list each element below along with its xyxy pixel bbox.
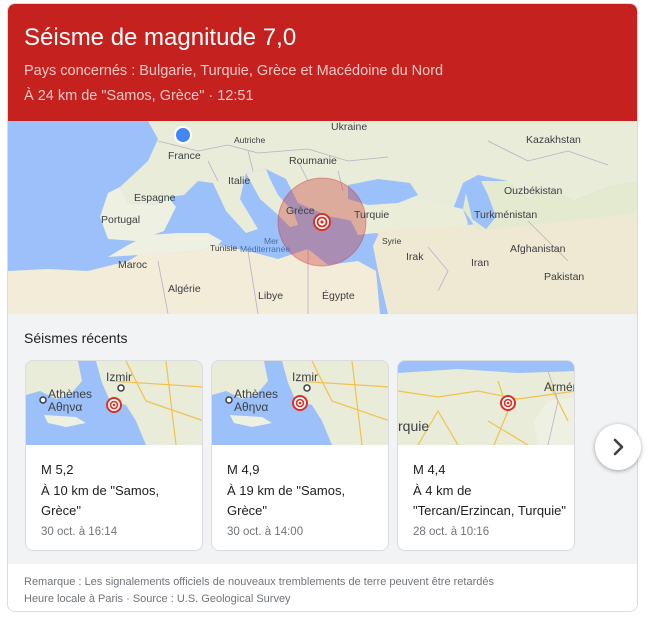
quake-magnitude: M 4,4 xyxy=(413,462,446,477)
footer: Remarque : Les signalements officiels de… xyxy=(8,564,637,611)
map-label-turquie: Turquie xyxy=(354,209,389,221)
map-label-afghanistan: Afghanistan xyxy=(510,243,566,255)
mini-label-armenie: Arméni xyxy=(544,380,575,394)
mini-label-athina: Αθηνα xyxy=(48,400,82,414)
recent-quake-card[interactable]: Athènes Αθηνα Izmir M 5,2 À 10 km de "Sa… xyxy=(25,360,203,551)
mini-label-athina: Αθηνα xyxy=(234,400,268,414)
epicenter-marker-icon xyxy=(106,397,122,413)
earthquake-header: Séisme de magnitude 7,0 Pays concernés :… xyxy=(8,4,637,121)
map-label-maroc: Maroc xyxy=(118,259,147,271)
mini-label-izmir: Izmir xyxy=(292,370,318,384)
map-label-syrie: Syrie xyxy=(382,236,402,246)
map-label-france: France xyxy=(168,150,201,162)
earthquake-title: Séisme de magnitude 7,0 xyxy=(24,24,297,51)
map-label-pakistan: Pakistan xyxy=(544,271,584,283)
location-time: À 24 km de "Samos, Grèce" · 12:51 xyxy=(24,88,254,104)
map-label-espagne: Espagne xyxy=(134,192,176,204)
mini-label-turquie: rquie xyxy=(398,418,429,434)
quake-location: À 4 km de "Tercan/Erzincan, Turquie" xyxy=(413,483,567,518)
map-label-kazakhstan: Kazakhstan xyxy=(526,134,581,146)
map-label-irak: Irak xyxy=(406,251,424,263)
earthquake-card: Séisme de magnitude 7,0 Pays concernés :… xyxy=(7,3,638,612)
earthquake-map[interactable]: Ukraine Kazakhstan Autriche France Rouma… xyxy=(8,121,637,314)
map-label-libye: Libye xyxy=(258,290,283,302)
map-label-italie: Italie xyxy=(228,175,250,187)
recent-earthquakes-title: Séismes récents xyxy=(24,330,128,346)
footer-source: Heure locale à Paris · Source : U.S. Geo… xyxy=(24,593,291,605)
quake-location: À 10 km de "Samos, Grèce" xyxy=(41,483,160,518)
map-label-tunisie: Tunisie xyxy=(210,243,237,253)
recent-quake-map: Athènes Αθηνα Izmir xyxy=(26,361,202,445)
recent-quake-card[interactable]: Athènes Αθηνα Izmir M 4,9 À 19 km de "Sa… xyxy=(211,360,389,551)
quake-time: 28 oct. à 10:16 xyxy=(413,526,490,538)
next-button[interactable] xyxy=(595,424,641,470)
recent-quake-map: Athènes Αθηνα Izmir xyxy=(212,361,388,445)
mini-label-athenes: Athènes xyxy=(48,387,92,401)
epicenter-marker-icon[interactable] xyxy=(313,213,331,231)
epicenter-marker-icon xyxy=(500,395,516,411)
mini-label-athenes: Athènes xyxy=(234,387,278,401)
map-label-egypte: Égypte xyxy=(322,289,355,302)
quake-magnitude: M 4,9 xyxy=(227,462,260,477)
map-label-roumanie: Roumanie xyxy=(289,155,337,167)
chevron-right-icon xyxy=(613,438,624,456)
recent-earthquakes-section: Séismes récents Athènes Αθηνα Izmir M 5,… xyxy=(8,314,637,564)
recent-quake-card[interactable]: rquie Arméni M 4,4 À 4 km de "Tercan/Erz… xyxy=(397,360,575,551)
quake-location: À 19 km de "Samos, Grèce" xyxy=(227,483,346,518)
quake-magnitude: M 5,2 xyxy=(41,462,74,477)
map-label-portugal: Portugal xyxy=(101,214,140,226)
user-location-dot-icon xyxy=(174,126,192,144)
quake-time: 30 oct. à 14:00 xyxy=(227,526,304,538)
recent-quake-map: rquie Arméni xyxy=(398,361,575,445)
mini-label-izmir: Izmir xyxy=(106,370,132,384)
affected-countries: Pays concernés : Bulgarie, Turquie, Grèc… xyxy=(24,63,444,79)
map-label-iran: Iran xyxy=(471,257,489,269)
map-label-turkmenistan: Turkménistan xyxy=(474,209,537,221)
map-label-grece: Grèce xyxy=(286,205,315,217)
map-label-mediterranee: Méditerranée xyxy=(240,244,290,254)
epicenter-marker-icon xyxy=(292,395,308,411)
footer-note: Remarque : Les signalements officiels de… xyxy=(24,576,494,588)
map-label-ouzbekistan: Ouzbékistan xyxy=(504,185,563,197)
quake-time: 30 oct. à 16:14 xyxy=(41,526,118,538)
map-label-ukraine: Ukraine xyxy=(331,121,367,133)
map-label-algerie: Algérie xyxy=(168,283,201,295)
map-label-autriche: Autriche xyxy=(234,135,265,145)
